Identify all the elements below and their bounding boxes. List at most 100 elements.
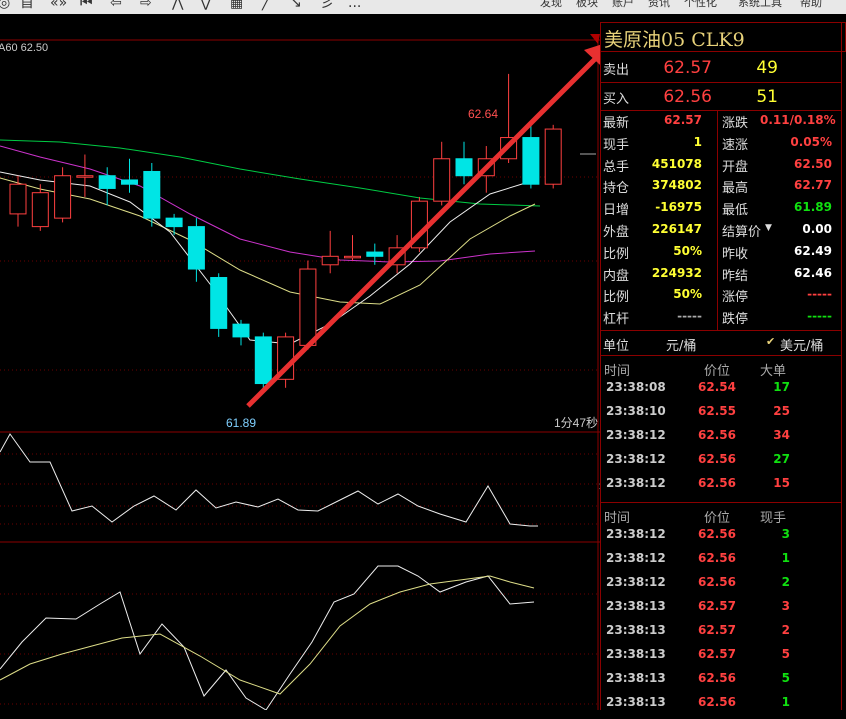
trade-volume: 34 [773, 428, 790, 442]
trade-time: 23:38:08 [606, 380, 666, 394]
trade-price: 62.57 [698, 599, 736, 613]
instrument-title: 美原油05 CLK9 [604, 29, 745, 51]
arrow-draw-icon[interactable]: ↘ [290, 0, 302, 10]
forward-arrow-icon[interactable]: ⇨ [140, 0, 152, 10]
stat-label: 跌停 [722, 312, 749, 328]
menu-item[interactable]: 系统工具 [738, 0, 782, 10]
target-icon[interactable]: ◎ [0, 0, 10, 10]
fib-icon[interactable]: 彡 [320, 0, 334, 10]
annotation-arrow [246, 54, 600, 408]
table-row[interactable]: 23:38:13 62.57 5 [600, 647, 840, 671]
candle-body [299, 268, 317, 346]
stat-label: 最低 [722, 203, 749, 219]
order-book: 卖出 62.57 49 买入 62.56 51 [600, 52, 846, 112]
table-row[interactable]: 23:38:12 62.56 15 [600, 476, 840, 500]
sell-row[interactable]: 卖出 62.57 49 [600, 55, 846, 79]
kline-chart-area[interactable]: A60 62.5062.6461.891分47秒> [0, 14, 600, 710]
table-row[interactable]: 23:38:13 62.57 2 [600, 623, 840, 647]
trade-time: 23:38:10 [606, 404, 666, 418]
trades-header: 时间 [604, 364, 631, 379]
instrument-title-bar: 美原油05 CLK9 [600, 22, 846, 52]
stat-value: 0.05% [790, 134, 832, 149]
stat-value: ----- [677, 309, 702, 324]
stat-label: 比例 [603, 246, 630, 262]
stat-label: 比例 [603, 290, 630, 306]
table-row[interactable]: 23:38:08 62.54 17 [600, 380, 840, 404]
candle-body [121, 179, 138, 185]
buy-row[interactable]: 买入 62.56 51 [600, 84, 846, 108]
sell-volume: 49 [756, 58, 778, 78]
stat-label: 昨结 [722, 268, 749, 284]
stat-label: 外盘 [603, 225, 630, 240]
currency-toggle[interactable]: 美元/桶 [780, 335, 823, 354]
stat-label: 开盘 [722, 159, 749, 175]
menu-item[interactable]: 板块 [576, 0, 598, 10]
menu-item[interactable]: 资讯 [648, 0, 670, 10]
stat-label: 现手 [603, 137, 630, 153]
table-row[interactable]: 23:38:10 62.55 25 [600, 404, 840, 428]
menu-item[interactable]: 帮助 [800, 0, 822, 10]
trade-volume: 5 [781, 671, 790, 685]
candle-body [232, 323, 250, 338]
first-icon[interactable]: ⏮ [80, 0, 93, 10]
candle-body [76, 175, 94, 178]
stat-label: 速涨 [722, 137, 749, 153]
table-row[interactable]: 23:38:12 62.56 2 [600, 575, 840, 599]
buy-price: 62.56 [663, 87, 712, 107]
candle-body [433, 158, 451, 202]
prev-next-icon[interactable]: «» [50, 0, 67, 10]
table-row[interactable]: 23:38:13 62.56 1 [600, 695, 840, 719]
stat-value: 50% [673, 243, 702, 258]
menu-item[interactable]: 账户 [612, 0, 634, 10]
trade-price: 62.56 [698, 452, 736, 466]
zoom-out-icon[interactable]: ⋁ [200, 0, 211, 10]
trade-time: 23:38:13 [606, 599, 666, 613]
trade-time: 23:38:12 [606, 575, 666, 589]
grid-icon[interactable]: ▦ [230, 0, 243, 10]
line-draw-icon[interactable]: ╱ [262, 0, 270, 10]
stat-value: ----- [807, 309, 832, 324]
back-arrow-icon[interactable]: ⇦ [110, 0, 122, 10]
tick-trades-list[interactable]: 时间 价位 现手 23:38:12 62.56 3 23:38:12 62.56 1 23:38:… [600, 503, 846, 710]
trades-header: 时间 [604, 511, 631, 526]
trade-time: 23:38:13 [606, 671, 666, 685]
stat-label: 最新 [603, 116, 630, 131]
candle-body [455, 158, 473, 177]
stat-value: 0.00 [802, 222, 832, 236]
currency-check-icon[interactable]: ✔ [766, 335, 775, 348]
trade-price: 62.56 [698, 551, 736, 565]
table-row[interactable]: 23:38:12 62.56 34 [600, 428, 840, 452]
table-row[interactable]: 23:38:13 62.57 3 [600, 599, 840, 623]
more-icon[interactable]: ... [348, 0, 361, 10]
stat-label: 涨跌 [722, 116, 749, 131]
buy-volume: 51 [756, 87, 778, 107]
stat-value: 374802 [651, 178, 702, 193]
table-row[interactable]: 23:38:13 62.56 5 [600, 671, 840, 695]
candle-body [344, 255, 361, 259]
trade-price: 62.56 [698, 527, 736, 541]
home-icon[interactable]: 首 [20, 0, 34, 10]
trade-price: 62.56 [698, 671, 736, 685]
stats-divider [717, 110, 718, 330]
trade-time: 23:38:12 [606, 428, 666, 442]
candle-body [187, 226, 205, 270]
trade-volume: 2 [781, 575, 790, 589]
kd-line-k [0, 565, 535, 710]
trade-price: 62.56 [698, 695, 736, 709]
table-row[interactable]: 23:38:12 62.56 27 [600, 452, 840, 476]
trade-time: 23:38:12 [606, 476, 666, 490]
table-row[interactable]: 23:38:12 62.56 1 [600, 551, 840, 575]
kline-chart[interactable]: A60 62.5062.6461.891分47秒> [0, 14, 600, 710]
trade-time: 23:38:13 [606, 695, 666, 709]
trades-header: 现手 [760, 511, 787, 526]
big-trades-list[interactable]: 时间 价位 大单 23:38:08 62.54 17 23:38:10 62.55 25 23:3… [600, 356, 846, 502]
stat-label[interactable]: 结算价 [722, 221, 761, 240]
menu-item[interactable]: 发现 [540, 0, 562, 10]
trade-price: 62.57 [698, 623, 736, 637]
table-row[interactable]: 23:38:12 62.56 3 [600, 527, 840, 551]
zoom-in-icon[interactable]: ⋀ [172, 0, 183, 10]
candle-body [98, 175, 116, 189]
menu-item[interactable]: 个性化 [684, 0, 717, 10]
stat-value: 224932 [651, 265, 702, 280]
stat-label: 日增 [603, 203, 630, 219]
